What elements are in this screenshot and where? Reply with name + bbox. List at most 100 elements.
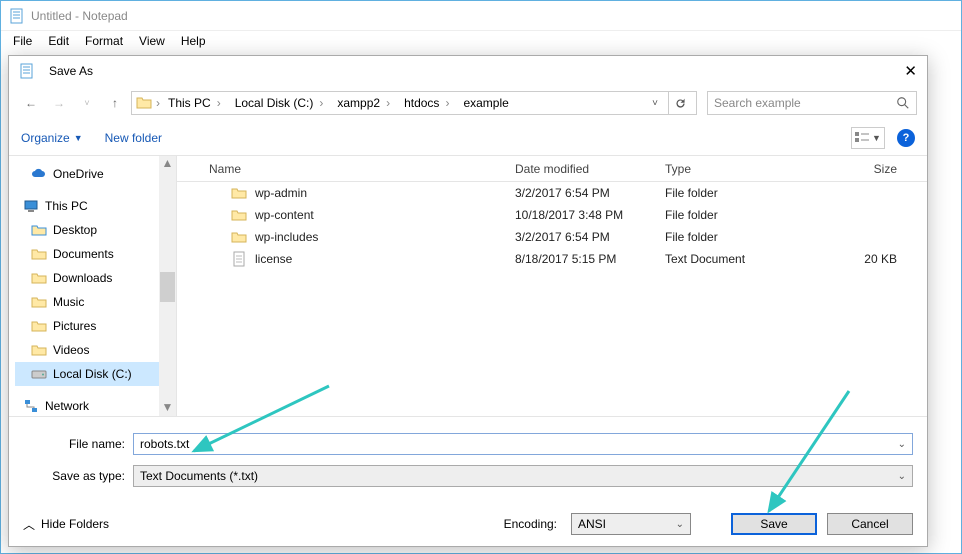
encoding-value: ANSI (578, 517, 606, 531)
saveastype-select[interactable]: Text Documents (*.txt) ⌄ (133, 465, 913, 487)
menu-view[interactable]: View (131, 32, 173, 50)
refresh-button[interactable] (668, 92, 692, 114)
form-area: File name: robots.txt ⌄ Save as type: Te… (9, 416, 927, 489)
tree-item[interactable]: Music (15, 290, 176, 314)
menu-edit[interactable]: Edit (40, 32, 77, 50)
search-placeholder: Search example (714, 96, 896, 110)
folder-icon (231, 207, 247, 223)
file-date: 3/2/2017 6:54 PM (507, 186, 657, 200)
tree-item[interactable]: Downloads (15, 266, 176, 290)
videos-icon (31, 342, 47, 358)
help-button[interactable]: ? (897, 129, 915, 147)
network-icon (23, 398, 39, 414)
col-date[interactable]: Date modified (507, 162, 657, 176)
tree-item-label: Music (53, 295, 84, 309)
up-button[interactable]: ↑ (103, 91, 127, 115)
save-as-dialog: Save As ✕ ← → ˅ ↑ › This PC Local Disk (… (8, 55, 928, 547)
forward-button[interactable]: → (47, 91, 71, 115)
file-type: File folder (657, 208, 807, 222)
filename-input[interactable]: robots.txt ⌄ (133, 433, 913, 455)
filename-value: robots.txt (140, 437, 189, 451)
desktop-icon (31, 222, 47, 238)
tree-item[interactable]: Pictures (15, 314, 176, 338)
tree-item-label: Desktop (53, 223, 97, 237)
tree-item-label: Downloads (53, 271, 112, 285)
col-name[interactable]: Name (177, 162, 507, 176)
nav-row: ← → ˅ ↑ › This PC Local Disk (C:) xampp2… (9, 86, 927, 120)
pc-icon (23, 198, 39, 214)
crumb-this-pc[interactable]: This PC (164, 92, 231, 114)
file-row[interactable]: wp-admin 3/2/2017 6:54 PMFile folder (177, 182, 927, 204)
scrollbar-thumb[interactable] (160, 272, 175, 302)
tree-item[interactable]: Desktop (15, 218, 176, 242)
chevron-up-icon: ︿ (23, 516, 35, 533)
crumb-htdocs[interactable]: htdocs (400, 92, 459, 114)
chevron-down-icon[interactable]: ⌄ (898, 471, 906, 482)
tree-item[interactable]: OneDrive (15, 162, 176, 186)
menu-file[interactable]: File (5, 32, 40, 50)
file-type: File folder (657, 186, 807, 200)
crumb-xampp2[interactable]: xampp2 (333, 92, 400, 114)
tree-item[interactable]: Documents (15, 242, 176, 266)
hide-folders-label: Hide Folders (41, 517, 109, 531)
tree-item-label: Documents (53, 247, 114, 261)
tree-item-label: Pictures (53, 319, 96, 333)
file-name: wp-includes (255, 230, 318, 244)
dialog-title: Save As (49, 64, 93, 78)
tree-item[interactable]: Local Disk (C:) (15, 362, 176, 386)
tree-item-label: This PC (45, 199, 88, 213)
recent-dropdown[interactable]: ˅ (75, 91, 99, 115)
back-button[interactable]: ← (19, 91, 43, 115)
save-button[interactable]: Save (731, 513, 817, 535)
notepad-icon (19, 63, 35, 79)
column-headers: Name Date modified Type Size (177, 156, 927, 182)
dialog-toolbar: Organize ▼ New folder ▼ ? (9, 120, 927, 156)
documents-icon (31, 246, 47, 262)
view-options-button[interactable]: ▼ (851, 127, 885, 149)
file-row[interactable]: license8/18/2017 5:15 PMText Document20 … (177, 248, 927, 270)
menu-format[interactable]: Format (77, 32, 131, 50)
cancel-button[interactable]: Cancel (827, 513, 913, 535)
file-type: File folder (657, 230, 807, 244)
crumb-example[interactable]: example (459, 92, 512, 114)
col-type[interactable]: Type (657, 162, 807, 176)
tree-item[interactable]: This PC (15, 194, 176, 218)
tree-item[interactable]: Network (15, 394, 176, 416)
chevron-down-icon[interactable]: ⌄ (898, 439, 906, 450)
filename-label: File name: (23, 437, 133, 451)
tree-item-label: OneDrive (53, 167, 104, 181)
file-row[interactable]: wp-includes 3/2/2017 6:54 PMFile folder (177, 226, 927, 248)
tree-scrollbar[interactable]: ▲▼ (159, 156, 176, 416)
button-row: ︿ Hide Folders Encoding: ANSI ⌄ Save Can… (9, 495, 927, 535)
chevron-down-icon[interactable]: ˅ (652, 98, 658, 109)
pictures-icon (31, 318, 47, 334)
file-name: wp-admin (255, 186, 307, 200)
close-button[interactable]: ✕ (877, 62, 917, 80)
notepad-icon (9, 8, 25, 24)
crumb-local-disk[interactable]: Local Disk (C:) (231, 92, 334, 114)
saveastype-label: Save as type: (23, 469, 133, 483)
encoding-select[interactable]: ANSI ⌄ (571, 513, 691, 535)
music-icon (31, 294, 47, 310)
col-size[interactable]: Size (807, 162, 927, 176)
file-pane: Name Date modified Type Size wp-admin 3/2… (177, 156, 927, 416)
menu-help[interactable]: Help (173, 32, 214, 50)
downloads-icon (31, 270, 47, 286)
file-row[interactable]: wp-content10/18/2017 3:48 PMFile folder (177, 204, 927, 226)
hide-folders-button[interactable]: ︿ Hide Folders (23, 516, 109, 533)
disk-icon (31, 366, 47, 382)
chevron-down-icon[interactable]: ⌄ (676, 519, 684, 530)
address-bar[interactable]: › This PC Local Disk (C:) xampp2 htdocs … (131, 91, 697, 115)
tree-item[interactable]: Videos (15, 338, 176, 362)
new-folder-button[interactable]: New folder (105, 131, 162, 145)
file-size: 20 KB (807, 252, 927, 266)
tree-item-label: Videos (53, 343, 89, 357)
encoding-label: Encoding: (504, 517, 561, 531)
file-name: wp-content (255, 208, 314, 222)
notepad-menubar: File Edit Format View Help (1, 31, 961, 51)
file-date: 3/2/2017 6:54 PM (507, 230, 657, 244)
folder-icon (231, 185, 247, 201)
organize-button[interactable]: Organize ▼ (21, 131, 83, 145)
tree-item-label: Network (45, 399, 89, 413)
search-input[interactable]: Search example (707, 91, 917, 115)
